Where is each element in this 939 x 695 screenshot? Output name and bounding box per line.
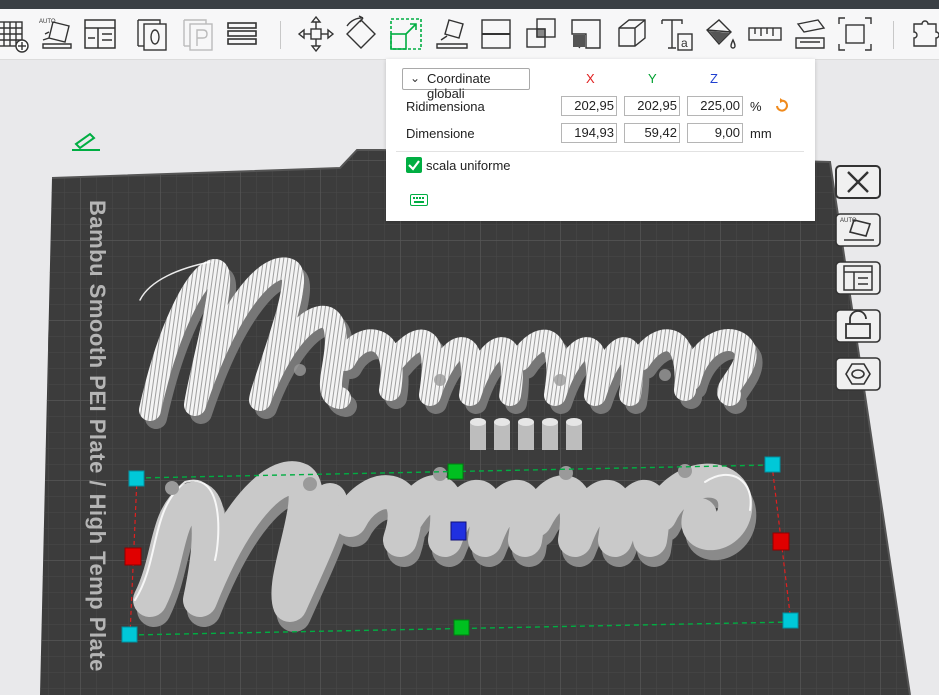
size-z-field[interactable]: 9,00 <box>687 123 743 143</box>
arrange-icon[interactable] <box>80 14 120 54</box>
measure-icon[interactable] <box>745 14 785 54</box>
toolbar-separator <box>893 21 894 49</box>
toolbar-separator <box>280 21 281 49</box>
lock-icon[interactable] <box>834 306 886 346</box>
scale-panel: ⌄ Coordinate globali X Y Z Ridimensiona … <box>386 59 815 221</box>
size-x-field[interactable]: 194,93 <box>561 123 617 143</box>
auto-label: AUTO <box>840 218 857 224</box>
svg-text:a: a <box>681 36 688 50</box>
uniform-scale-checkbox[interactable] <box>406 157 422 173</box>
size-y-field[interactable]: 59,42 <box>624 123 680 143</box>
uniform-scale-label: scala uniforme <box>426 158 511 173</box>
fit-view-icon[interactable] <box>835 14 875 54</box>
handle-corner[interactable] <box>782 612 799 629</box>
grid-add-icon[interactable] <box>0 14 34 54</box>
handle-corner[interactable] <box>121 626 138 643</box>
support-paint-icon[interactable] <box>566 14 606 54</box>
lay-on-face-icon[interactable] <box>431 14 471 54</box>
cube-icon[interactable] <box>611 14 651 54</box>
scale-y-field[interactable]: 202,95 <box>624 96 680 116</box>
puzzle-icon[interactable] <box>906 14 939 54</box>
layers-icon[interactable] <box>222 14 262 54</box>
keyboard-icon[interactable] <box>410 193 428 206</box>
reset-scale-icon[interactable] <box>774 97 790 113</box>
size-unit: mm <box>750 126 772 141</box>
color-paint-icon[interactable] <box>701 14 741 54</box>
panel-divider <box>396 151 804 152</box>
size-row-label: Dimensione <box>406 126 475 141</box>
handle-z[interactable] <box>450 521 467 541</box>
auto-orient-icon[interactable]: AUTO <box>834 210 886 250</box>
axis-y-label: Y <box>648 71 657 86</box>
cut-icon[interactable] <box>476 14 516 54</box>
scale-icon[interactable] <box>386 14 426 54</box>
axis-z-label: Z <box>710 71 718 86</box>
scale-row-label: Ridimensiona <box>406 99 485 114</box>
plate-p-icon[interactable] <box>178 14 218 54</box>
coordinate-system-value: Coordinate globali <box>427 71 491 101</box>
rotate-icon[interactable] <box>341 14 381 54</box>
handle-corner[interactable] <box>764 456 781 473</box>
move-icon[interactable] <box>296 14 336 54</box>
window-top-strip <box>0 0 939 9</box>
checkmark-icon <box>408 160 420 171</box>
handle-x-left[interactable] <box>124 547 142 566</box>
pencil-edit-icon[interactable] <box>70 130 102 152</box>
text-icon[interactable]: a <box>656 14 696 54</box>
hexagon-icon[interactable] <box>834 354 886 394</box>
plate-label: Bambu Smooth PEI Plate / High Temp Plate <box>85 200 110 672</box>
main-toolbar: AUTO a <box>0 9 939 60</box>
close-icon[interactable] <box>834 162 886 202</box>
scale-unit: % <box>750 99 762 114</box>
handle-x-right[interactable] <box>772 532 790 551</box>
scale-x-field[interactable]: 202,95 <box>561 96 617 116</box>
handle-corner[interactable] <box>128 470 145 487</box>
assembly-icon[interactable] <box>790 14 830 54</box>
auto-orient-icon[interactable]: AUTO <box>37 14 77 54</box>
arrange-icon[interactable] <box>834 258 886 298</box>
handle-y-bottom[interactable] <box>453 619 470 636</box>
plate-o-icon[interactable] <box>132 14 172 54</box>
chevron-down-icon: ⌄ <box>410 71 421 85</box>
scale-z-field[interactable]: 225,00 <box>687 96 743 116</box>
axis-x-label: X <box>586 71 595 86</box>
coordinate-system-dropdown[interactable]: ⌄ Coordinate globali <box>402 68 530 101</box>
handle-y-top[interactable] <box>447 463 464 480</box>
boolean-icon[interactable] <box>521 14 561 54</box>
